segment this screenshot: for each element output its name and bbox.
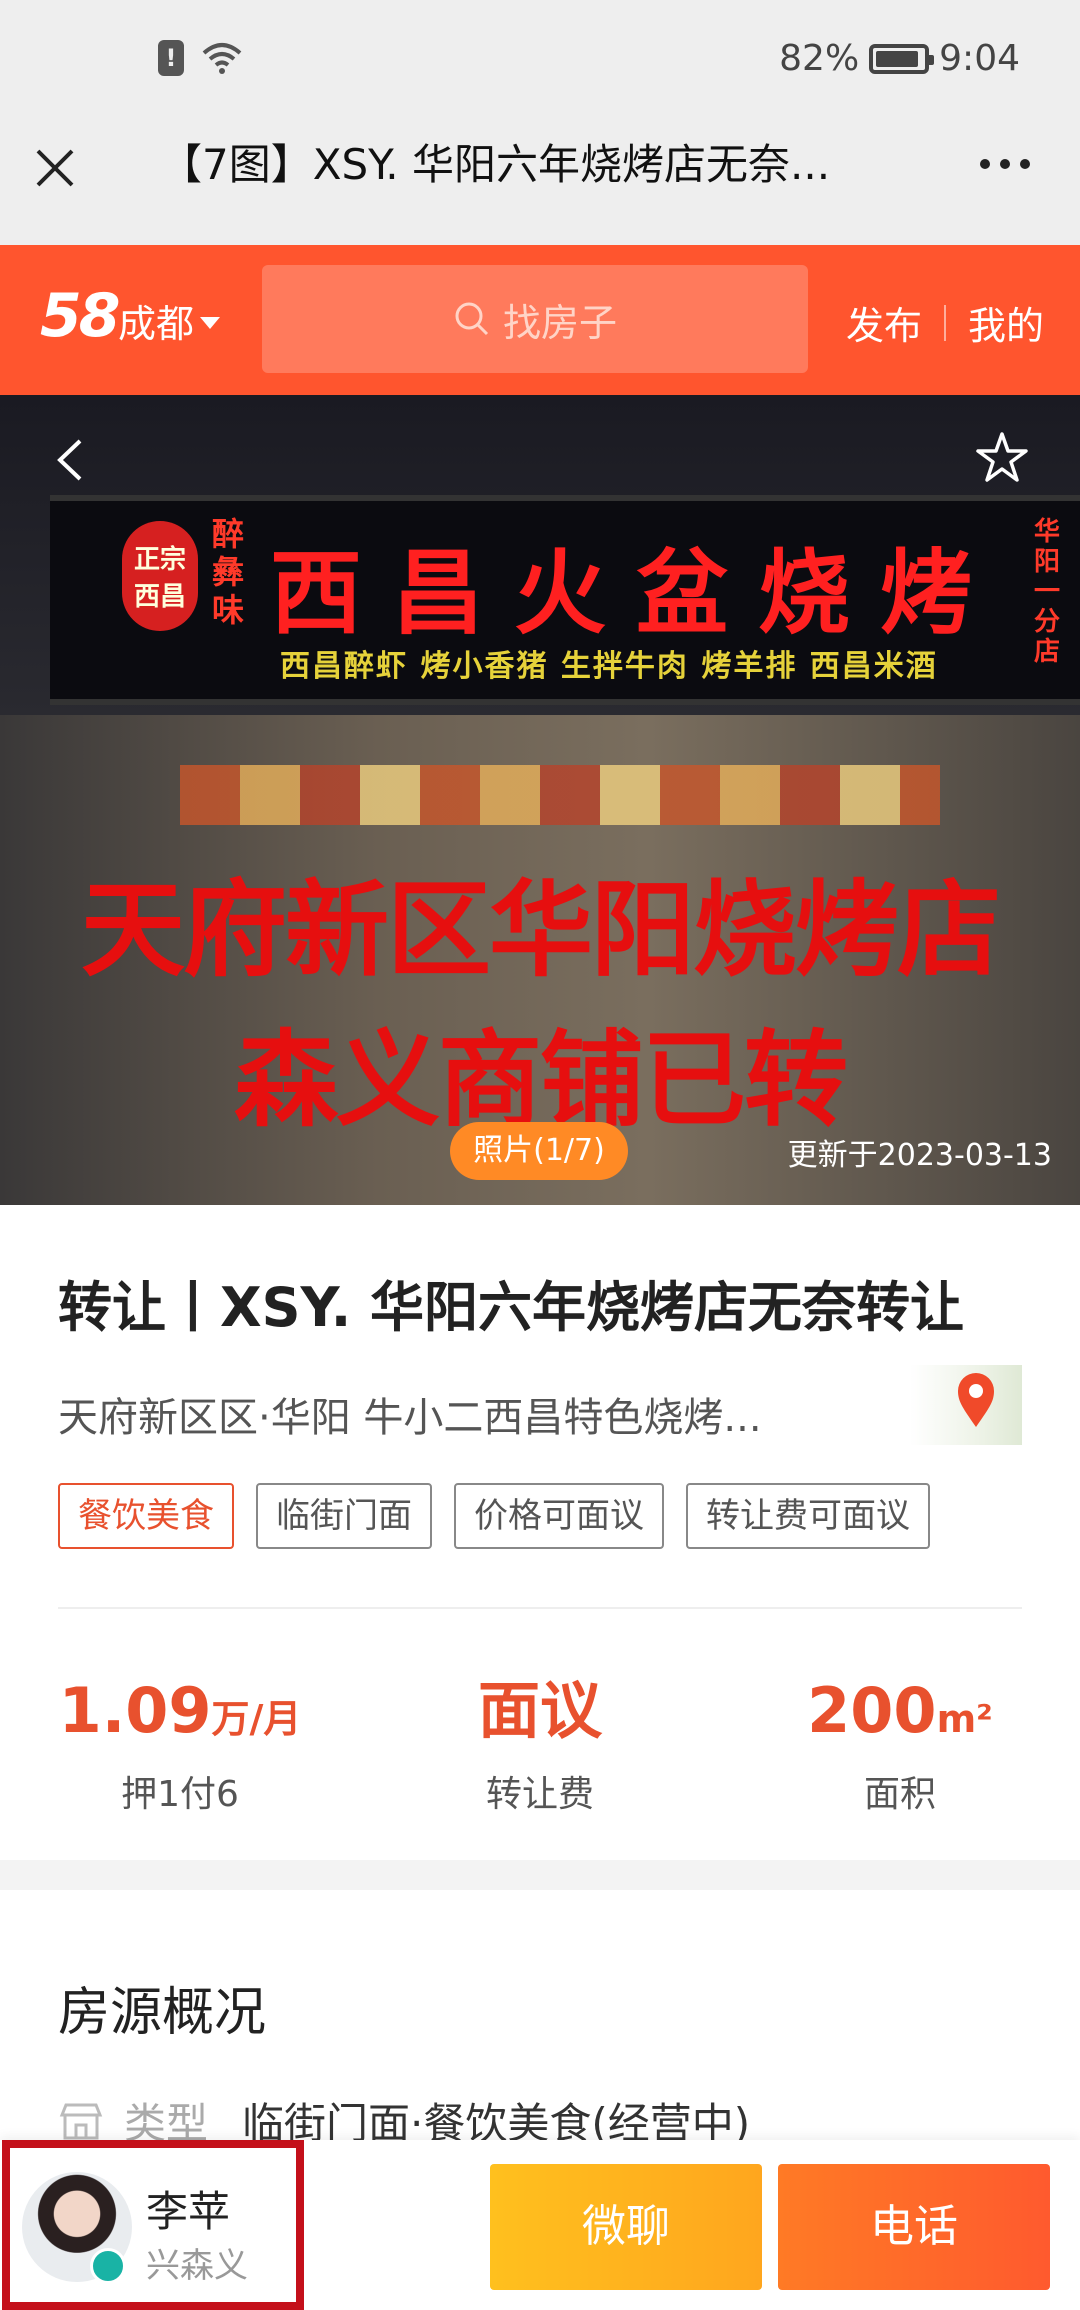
map-pin-icon: [958, 1372, 994, 1427]
stat-transfer-fee: 面议 转让费: [360, 1675, 720, 1817]
overlay-text-line1: 天府新区华阳烧烤店: [80, 869, 1001, 991]
listing-location[interactable]: 天府新区区·华阳 牛小二西昌特色烧烤...: [58, 1385, 838, 1443]
search-placeholder: 找房子: [502, 300, 617, 345]
publish-link[interactable]: 发布: [846, 295, 922, 350]
sign-sub-text: 西昌醉虾 烤小香猪 生拌牛肉 烤羊排 西昌米酒: [280, 649, 938, 684]
chat-button[interactable]: 微聊: [490, 2164, 762, 2290]
tag-list: 餐饮美食 临街门面 价格可面议 转让费可面议: [58, 1483, 930, 1549]
close-icon[interactable]: [30, 143, 80, 193]
food-photos-strip: [180, 765, 940, 825]
wifi-icon: [202, 43, 242, 74]
browser-title-bar: 【7图】XSY. 华阳六年烧烤店无奈...: [0, 125, 1080, 245]
verified-badge-icon: [90, 2248, 126, 2284]
area-value: 200: [807, 1674, 937, 1747]
listing-title: 转让丨XSY. 华阳六年烧烤店无奈转让: [58, 1276, 965, 1339]
transfer-fee-value: 面议: [477, 1674, 602, 1747]
battery-percent: 82%: [779, 38, 860, 79]
rent-unit: 万/月: [211, 1697, 302, 1741]
updated-date: 更新于2023-03-13: [787, 1138, 1052, 1173]
more-icon[interactable]: [980, 159, 1030, 169]
tag-category: 餐饮美食: [58, 1483, 234, 1549]
rent-value: 1.09: [58, 1674, 212, 1747]
nav-divider: [943, 304, 946, 341]
transfer-fee-label: 转让费: [485, 1774, 594, 1815]
sign-branch-text: 华阳一分店: [1034, 517, 1061, 667]
battery-icon: [869, 43, 935, 74]
sign-main-text: 西昌火盆烧烤: [270, 540, 1003, 647]
tag-transfer-fee-negotiable: 转让费可面议: [686, 1483, 930, 1549]
divider: [58, 1607, 1022, 1609]
agent-card[interactable]: 李苹 兴森义: [2, 2140, 304, 2310]
city-label: 成都: [118, 302, 195, 346]
browser-title: 【7图】XSY. 华阳六年烧烤店无奈...: [160, 140, 831, 189]
rent-label: 押1付6: [121, 1774, 239, 1815]
photo-count-badge[interactable]: 照片(1/7): [450, 1122, 628, 1180]
alert-icon: !: [158, 40, 184, 76]
mine-link[interactable]: 我的: [968, 295, 1044, 350]
section-gap: [0, 1860, 1080, 1890]
agent-company: 兴森义: [146, 2246, 248, 2286]
agent-name: 李苹: [146, 2187, 231, 2236]
call-button[interactable]: 电话: [778, 2164, 1050, 2290]
overview-title: 房源概况: [58, 1983, 267, 2043]
tag-street-front: 临街门面: [256, 1483, 432, 1549]
search-icon: [455, 302, 489, 336]
overview-section: 房源概况 类型 临街门面·餐饮美食(经营中): [0, 1890, 1080, 2148]
area-label: 面积: [863, 1774, 936, 1815]
city-selector[interactable]: 成都: [118, 293, 221, 348]
tag-price-negotiable: 价格可面议: [454, 1483, 664, 1549]
store-icon: [59, 2103, 103, 2139]
sign-badge: 正宗西昌: [122, 521, 198, 631]
stat-area: 200m² 面积: [720, 1675, 1080, 1817]
listing-info: 转让丨XSY. 华阳六年烧烤店无奈转让 天府新区区·华阳 牛小二西昌特色烧烤..…: [0, 1205, 1080, 1860]
map-thumbnail[interactable]: [910, 1365, 1022, 1445]
nav-links: 发布 我的: [846, 295, 1044, 350]
search-input[interactable]: 找房子: [262, 265, 808, 373]
status-right: 82% 9:04: [779, 38, 1020, 79]
key-stats: 1.09万/月 押1付6 面议 转让费 200m² 面积: [0, 1675, 1080, 1817]
chevron-down-icon: [200, 316, 221, 329]
sign-side-text: 醉彝味: [212, 515, 245, 629]
status-left-icons: !: [158, 40, 242, 76]
clock: 9:04: [939, 38, 1020, 79]
favorite-star-icon[interactable]: [974, 430, 1030, 486]
back-icon[interactable]: [50, 435, 90, 485]
stat-rent: 1.09万/月 押1付6: [0, 1675, 360, 1817]
area-unit: m²: [936, 1697, 993, 1741]
hero-photo[interactable]: 正宗西昌 醉彝味 西昌火盆烧烤 西昌醉虾 烤小香猪 生拌牛肉 烤羊排 西昌米酒 …: [0, 395, 1080, 1205]
shop-sign: 正宗西昌 醉彝味 西昌火盆烧烤 西昌醉虾 烤小香猪 生拌牛肉 烤羊排 西昌米酒 …: [50, 495, 1080, 705]
top-nav: 58 成都 找房子 发布 我的: [0, 245, 1080, 395]
logo[interactable]: 58: [40, 281, 120, 351]
bottom-action-bar: 李苹 兴森义 微聊 电话: [0, 2140, 1080, 2310]
status-bar: ! 82% 9:04: [0, 0, 1080, 125]
